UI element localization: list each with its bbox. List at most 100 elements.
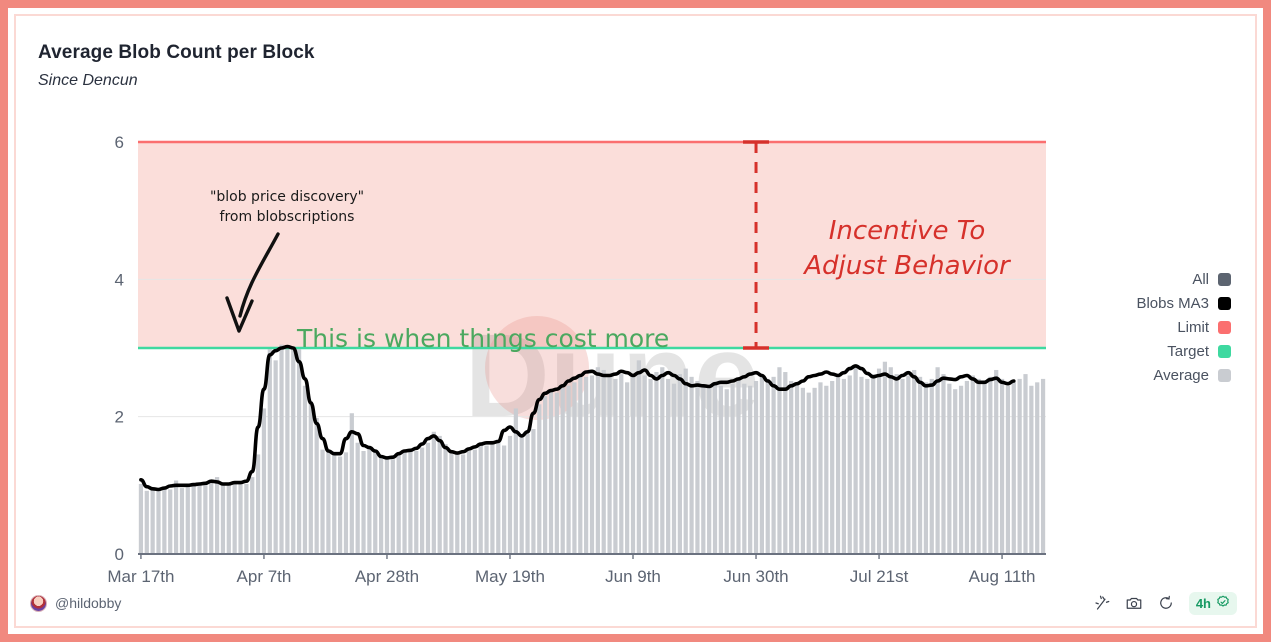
annotation-incentive-line2: Adjust Behavior [802, 251, 1012, 281]
bar [507, 435, 513, 554]
refresh-icon[interactable] [1157, 594, 1175, 612]
refresh-interval-label: 4h [1195, 595, 1211, 611]
bar [589, 375, 595, 554]
legend-item-average[interactable]: Average [1153, 367, 1231, 384]
x-tick-label: Apr 7th [237, 567, 292, 586]
bar [484, 445, 489, 554]
bar [337, 456, 343, 554]
bar [466, 451, 472, 554]
bar [226, 485, 231, 554]
bar [308, 401, 313, 554]
bar [718, 385, 723, 554]
legend-item-blobs-ma3[interactable]: Blobs MA3 [1136, 295, 1231, 312]
bar [859, 376, 864, 554]
bar [554, 392, 559, 554]
frame-gap: Average Blob Count per Block Since Dencu… [8, 8, 1263, 634]
bar [830, 380, 835, 554]
bar [742, 383, 747, 554]
x-tick-label: Aug 11th [969, 567, 1036, 586]
bar [876, 368, 882, 554]
legend-item-limit[interactable]: Limit [1177, 319, 1231, 336]
bar [689, 376, 694, 554]
bar [730, 383, 735, 554]
x-tick-label: May 19th [475, 567, 545, 586]
bar [296, 349, 302, 554]
bar [964, 380, 970, 554]
y-tick-label: 2 [115, 408, 124, 427]
bar [841, 378, 847, 554]
legend-swatch-all [1218, 273, 1231, 286]
bar [865, 378, 870, 554]
bar [613, 378, 618, 554]
bar [478, 444, 483, 554]
refresh-interval-badge[interactable]: 4h [1188, 591, 1237, 615]
bar [455, 452, 460, 554]
magic-wand-icon[interactable] [1093, 594, 1111, 612]
bar [332, 454, 337, 554]
avatar [30, 594, 47, 612]
bar [343, 452, 349, 554]
bar [361, 451, 366, 554]
chart-card: Average Blob Count per Block Since Dencu… [14, 14, 1257, 628]
bar [607, 374, 612, 554]
camera-icon[interactable] [1125, 594, 1143, 612]
bar [185, 486, 190, 554]
bar [420, 447, 425, 554]
bar [847, 375, 852, 554]
bar [853, 367, 858, 554]
bar [162, 488, 167, 554]
legend-label: Target [1167, 343, 1209, 360]
bar [461, 454, 466, 554]
bar [168, 489, 173, 554]
annotation-incentive-line1: Incentive To [829, 216, 986, 246]
annotation-cost-more: This is when things cost more [296, 324, 669, 353]
bar [824, 385, 829, 554]
legend-item-target[interactable]: Target [1167, 343, 1231, 360]
bar [396, 454, 401, 554]
legend-label: All [1192, 271, 1209, 288]
author-block[interactable]: @hildobby [30, 594, 122, 612]
bar [648, 378, 653, 554]
bar [279, 344, 284, 554]
chart-legend: All Blobs MA3 Limit Target Average [1136, 271, 1231, 384]
outer-frame: Average Blob Count per Block Since Dencu… [0, 0, 1271, 642]
bar [929, 378, 934, 554]
bar [906, 375, 911, 554]
bar [1011, 382, 1016, 554]
bar [666, 378, 671, 554]
y-tick-label: 4 [115, 270, 124, 289]
bar [753, 380, 759, 554]
legend-label: Blobs MA3 [1136, 295, 1209, 312]
bar [900, 378, 905, 554]
bar [214, 477, 220, 554]
bar [203, 485, 208, 554]
bar [994, 369, 999, 554]
bar [390, 459, 395, 554]
bar [794, 383, 800, 554]
bar [578, 374, 583, 554]
bar [566, 385, 571, 554]
bar [490, 440, 495, 554]
bar [525, 433, 530, 554]
bar [255, 454, 261, 554]
bar [1029, 385, 1034, 554]
bar [250, 477, 255, 554]
bar [1035, 382, 1040, 554]
bar [244, 483, 249, 554]
bar [783, 372, 788, 554]
bar [619, 374, 624, 554]
bar [267, 349, 272, 554]
author-handle: @hildobby [55, 595, 122, 611]
bar [191, 483, 196, 554]
bar [584, 376, 589, 554]
bar [238, 482, 243, 554]
bar [496, 442, 501, 554]
bar [835, 374, 841, 554]
footer-toolbar: 4h [1093, 591, 1237, 615]
x-tick-label: Jun 9th [605, 567, 661, 586]
bar [935, 367, 940, 554]
bar [806, 392, 811, 554]
bar [402, 451, 407, 554]
legend-item-all[interactable]: All [1192, 271, 1231, 288]
bar [408, 449, 413, 554]
